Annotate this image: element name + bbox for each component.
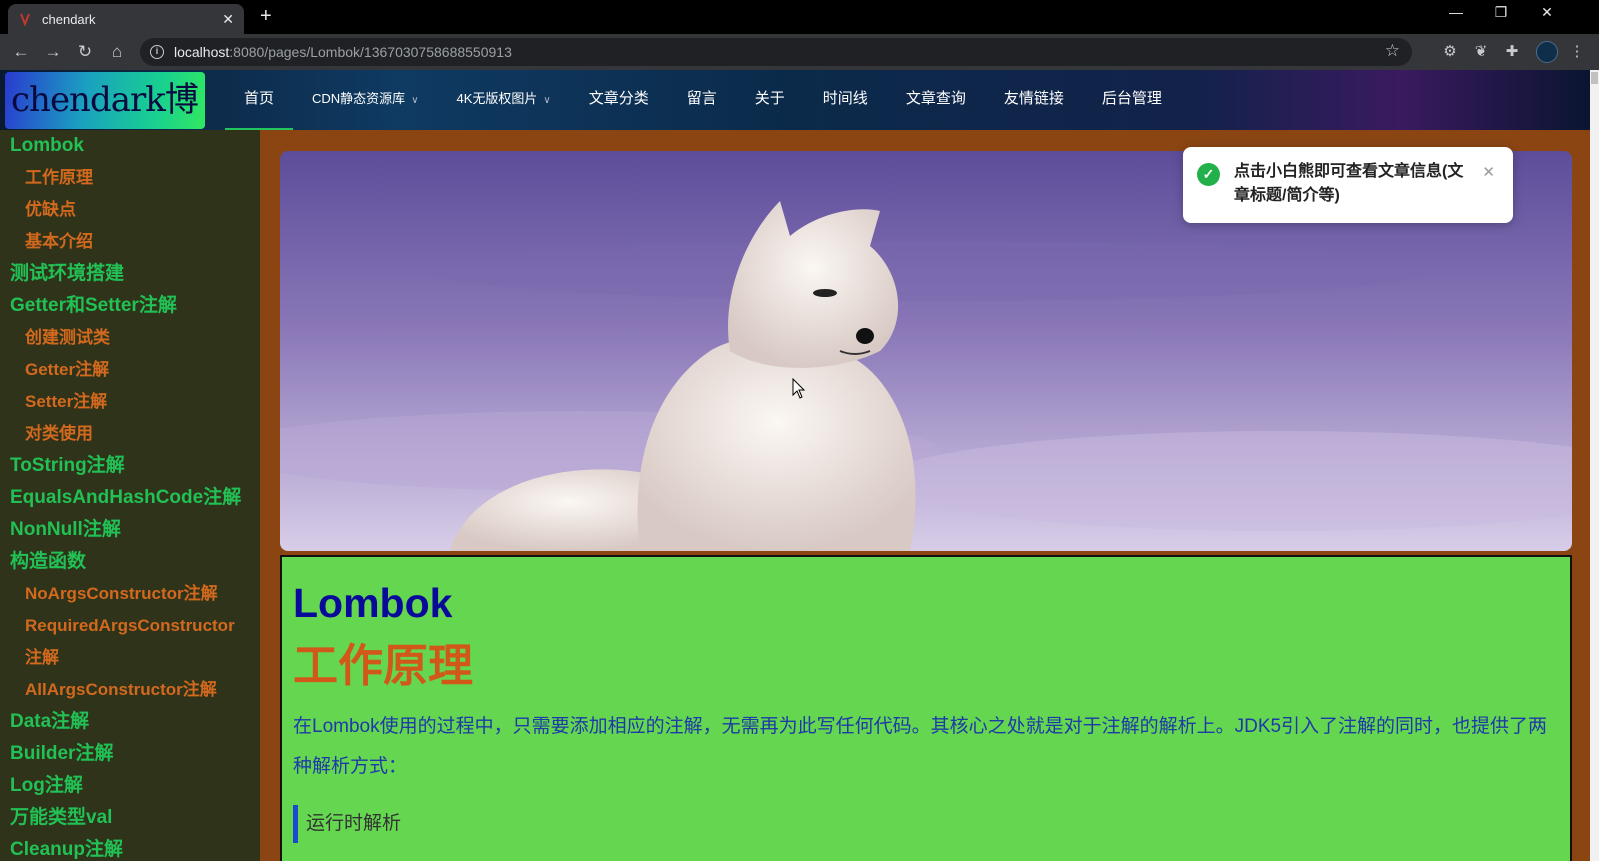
check-circle-icon: ✓	[1197, 163, 1220, 186]
toc-item[interactable]: Getter注解	[0, 354, 260, 386]
nav-cdn-label: CDN静态资源库	[312, 91, 406, 106]
toc-item[interactable]: AllArgsConstructor注解	[0, 674, 260, 706]
nav-timeline[interactable]: 时间线	[804, 70, 887, 130]
toc-item[interactable]: Getter和Setter注解	[0, 290, 260, 322]
toc-item[interactable]: ToString注解	[0, 450, 260, 482]
toc-item[interactable]: Builder注解	[0, 738, 260, 770]
close-window-icon[interactable]: ✕	[1532, 4, 1562, 21]
nav-4k-label: 4K无版权图片	[456, 91, 538, 106]
toc-item[interactable]: Log注解	[0, 770, 260, 802]
toc-item[interactable]: 优缺点	[0, 194, 260, 226]
nav-categories[interactable]: 文章分类	[570, 70, 668, 130]
nav-links[interactable]: 友情链接	[985, 70, 1083, 130]
restore-icon[interactable]: ❐	[1486, 4, 1516, 21]
chevron-down-icon: ∨	[411, 95, 419, 106]
main-nav: 首页 CDN静态资源库 ∨ 4K无版权图片 ∨ 文章分类 留言 关于 时间线 文章查…	[225, 70, 1181, 130]
tab-close-icon[interactable]: ✕	[222, 11, 234, 28]
extension-icon[interactable]: ✚	[1502, 42, 1522, 62]
site-header: chendark博客 首页 CDN静态资源库 ∨ 4K无版权图片 ∨ 文章分类 留言…	[0, 70, 1590, 177]
toc-item[interactable]: NoArgsConstructor注解	[0, 578, 260, 610]
toc-item[interactable]: 万能类型val	[0, 802, 260, 834]
nav-about[interactable]: 关于	[736, 70, 804, 130]
favicon-icon	[20, 13, 30, 26]
nav-admin[interactable]: 后台管理	[1083, 70, 1181, 130]
settings-extension-icon[interactable]: ⚙	[1440, 42, 1460, 62]
article-paragraph: 在Lombok使用的过程中，只需要添加相应的注解，无需再为此写任何代码。其核心之…	[293, 716, 1548, 777]
toc-item[interactable]: Lombok	[0, 130, 260, 162]
site-info-icon[interactable]: i	[150, 45, 164, 59]
toc-item[interactable]: Cleanup注解	[0, 834, 260, 861]
toc-item[interactable]: NonNull注解	[0, 514, 260, 546]
new-tab-icon[interactable]: +	[260, 5, 272, 28]
close-icon[interactable]: ✕	[1482, 163, 1495, 181]
article-content: Lombok 工作原理 在Lombok使用的过程中，只需要添加相应的注解，无需再…	[280, 555, 1572, 861]
page-scrollbar[interactable]	[1590, 70, 1599, 861]
address-bar[interactable]: i localhost:8080/pages/Lombok/1367030758…	[140, 38, 1412, 66]
article-blockquote: 运行时解析	[293, 805, 1560, 843]
toc-item[interactable]: Setter注解	[0, 386, 260, 418]
back-icon[interactable]: ←	[9, 40, 33, 64]
article-heading-1: Lombok	[293, 580, 453, 626]
url-path: :8080/pages/Lombok/1367030758688550913	[229, 44, 512, 60]
toc-item[interactable]: 注解	[0, 642, 260, 674]
mouse-cursor-icon	[792, 378, 806, 399]
leaf-extension-icon[interactable]: ❦	[1471, 42, 1491, 62]
url-host: localhost	[174, 44, 230, 60]
minimize-icon[interactable]: —	[1441, 4, 1471, 20]
scrollbar-thumb[interactable]	[1591, 72, 1598, 84]
nav-home[interactable]: 首页	[225, 70, 294, 130]
toc-item[interactable]: 工作原理	[0, 162, 260, 194]
site-logo[interactable]: chendark博客	[5, 72, 205, 177]
toc-item[interactable]: 构造函数	[0, 546, 260, 578]
toc-item[interactable]: 对类使用	[0, 418, 260, 450]
home-icon[interactable]: ⌂	[105, 40, 129, 64]
article-heading-2: 工作原理	[293, 640, 474, 691]
tab-title: chendark	[42, 11, 96, 27]
notification-toast: ✓ 点击小白熊即可查看文章信息(文章标题/简介等) ✕	[1183, 147, 1513, 223]
page-viewport: chendark博客 首页 CDN静态资源库 ∨ 4K无版权图片 ∨ 文章分类 留言…	[0, 70, 1599, 861]
toc-item[interactable]: 创建测试类	[0, 322, 260, 354]
nav-search[interactable]: 文章查询	[887, 70, 985, 130]
toc-item[interactable]: RequiredArgsConstructor	[0, 610, 260, 642]
toc-item[interactable]: Data注解	[0, 706, 260, 738]
profile-avatar[interactable]	[1536, 41, 1558, 63]
browser-toolbar: ← → ↻ ⌂ i localhost:8080/pages/Lombok/13…	[0, 34, 1599, 70]
nav-guestbook[interactable]: 留言	[668, 70, 736, 130]
browser-tabbar: chendark ✕ + — ❐ ✕	[0, 0, 1599, 34]
toc-item[interactable]: EqualsAndHashCode注解	[0, 482, 260, 514]
forward-icon[interactable]: →	[41, 40, 65, 64]
notification-message: 点击小白熊即可查看文章信息(文章标题/简介等)	[1234, 163, 1464, 204]
reload-icon[interactable]: ↻	[73, 40, 97, 64]
star-icon[interactable]: ☆	[1385, 41, 1400, 61]
toc-item[interactable]: 基本介绍	[0, 226, 260, 258]
chevron-down-icon: ∨	[543, 95, 551, 106]
toc-item[interactable]: 测试环境搭建	[0, 258, 260, 290]
nav-4k-images[interactable]: 4K无版权图片 ∨	[438, 70, 570, 130]
toc-sidebar: Lombok 工作原理 优缺点 基本介绍 测试环境搭建 Getter和Sette…	[0, 130, 260, 861]
menu-icon[interactable]: ⋮	[1567, 42, 1587, 62]
browser-tab[interactable]: chendark ✕	[8, 4, 244, 34]
nav-cdn[interactable]: CDN静态资源库 ∨	[293, 70, 438, 130]
